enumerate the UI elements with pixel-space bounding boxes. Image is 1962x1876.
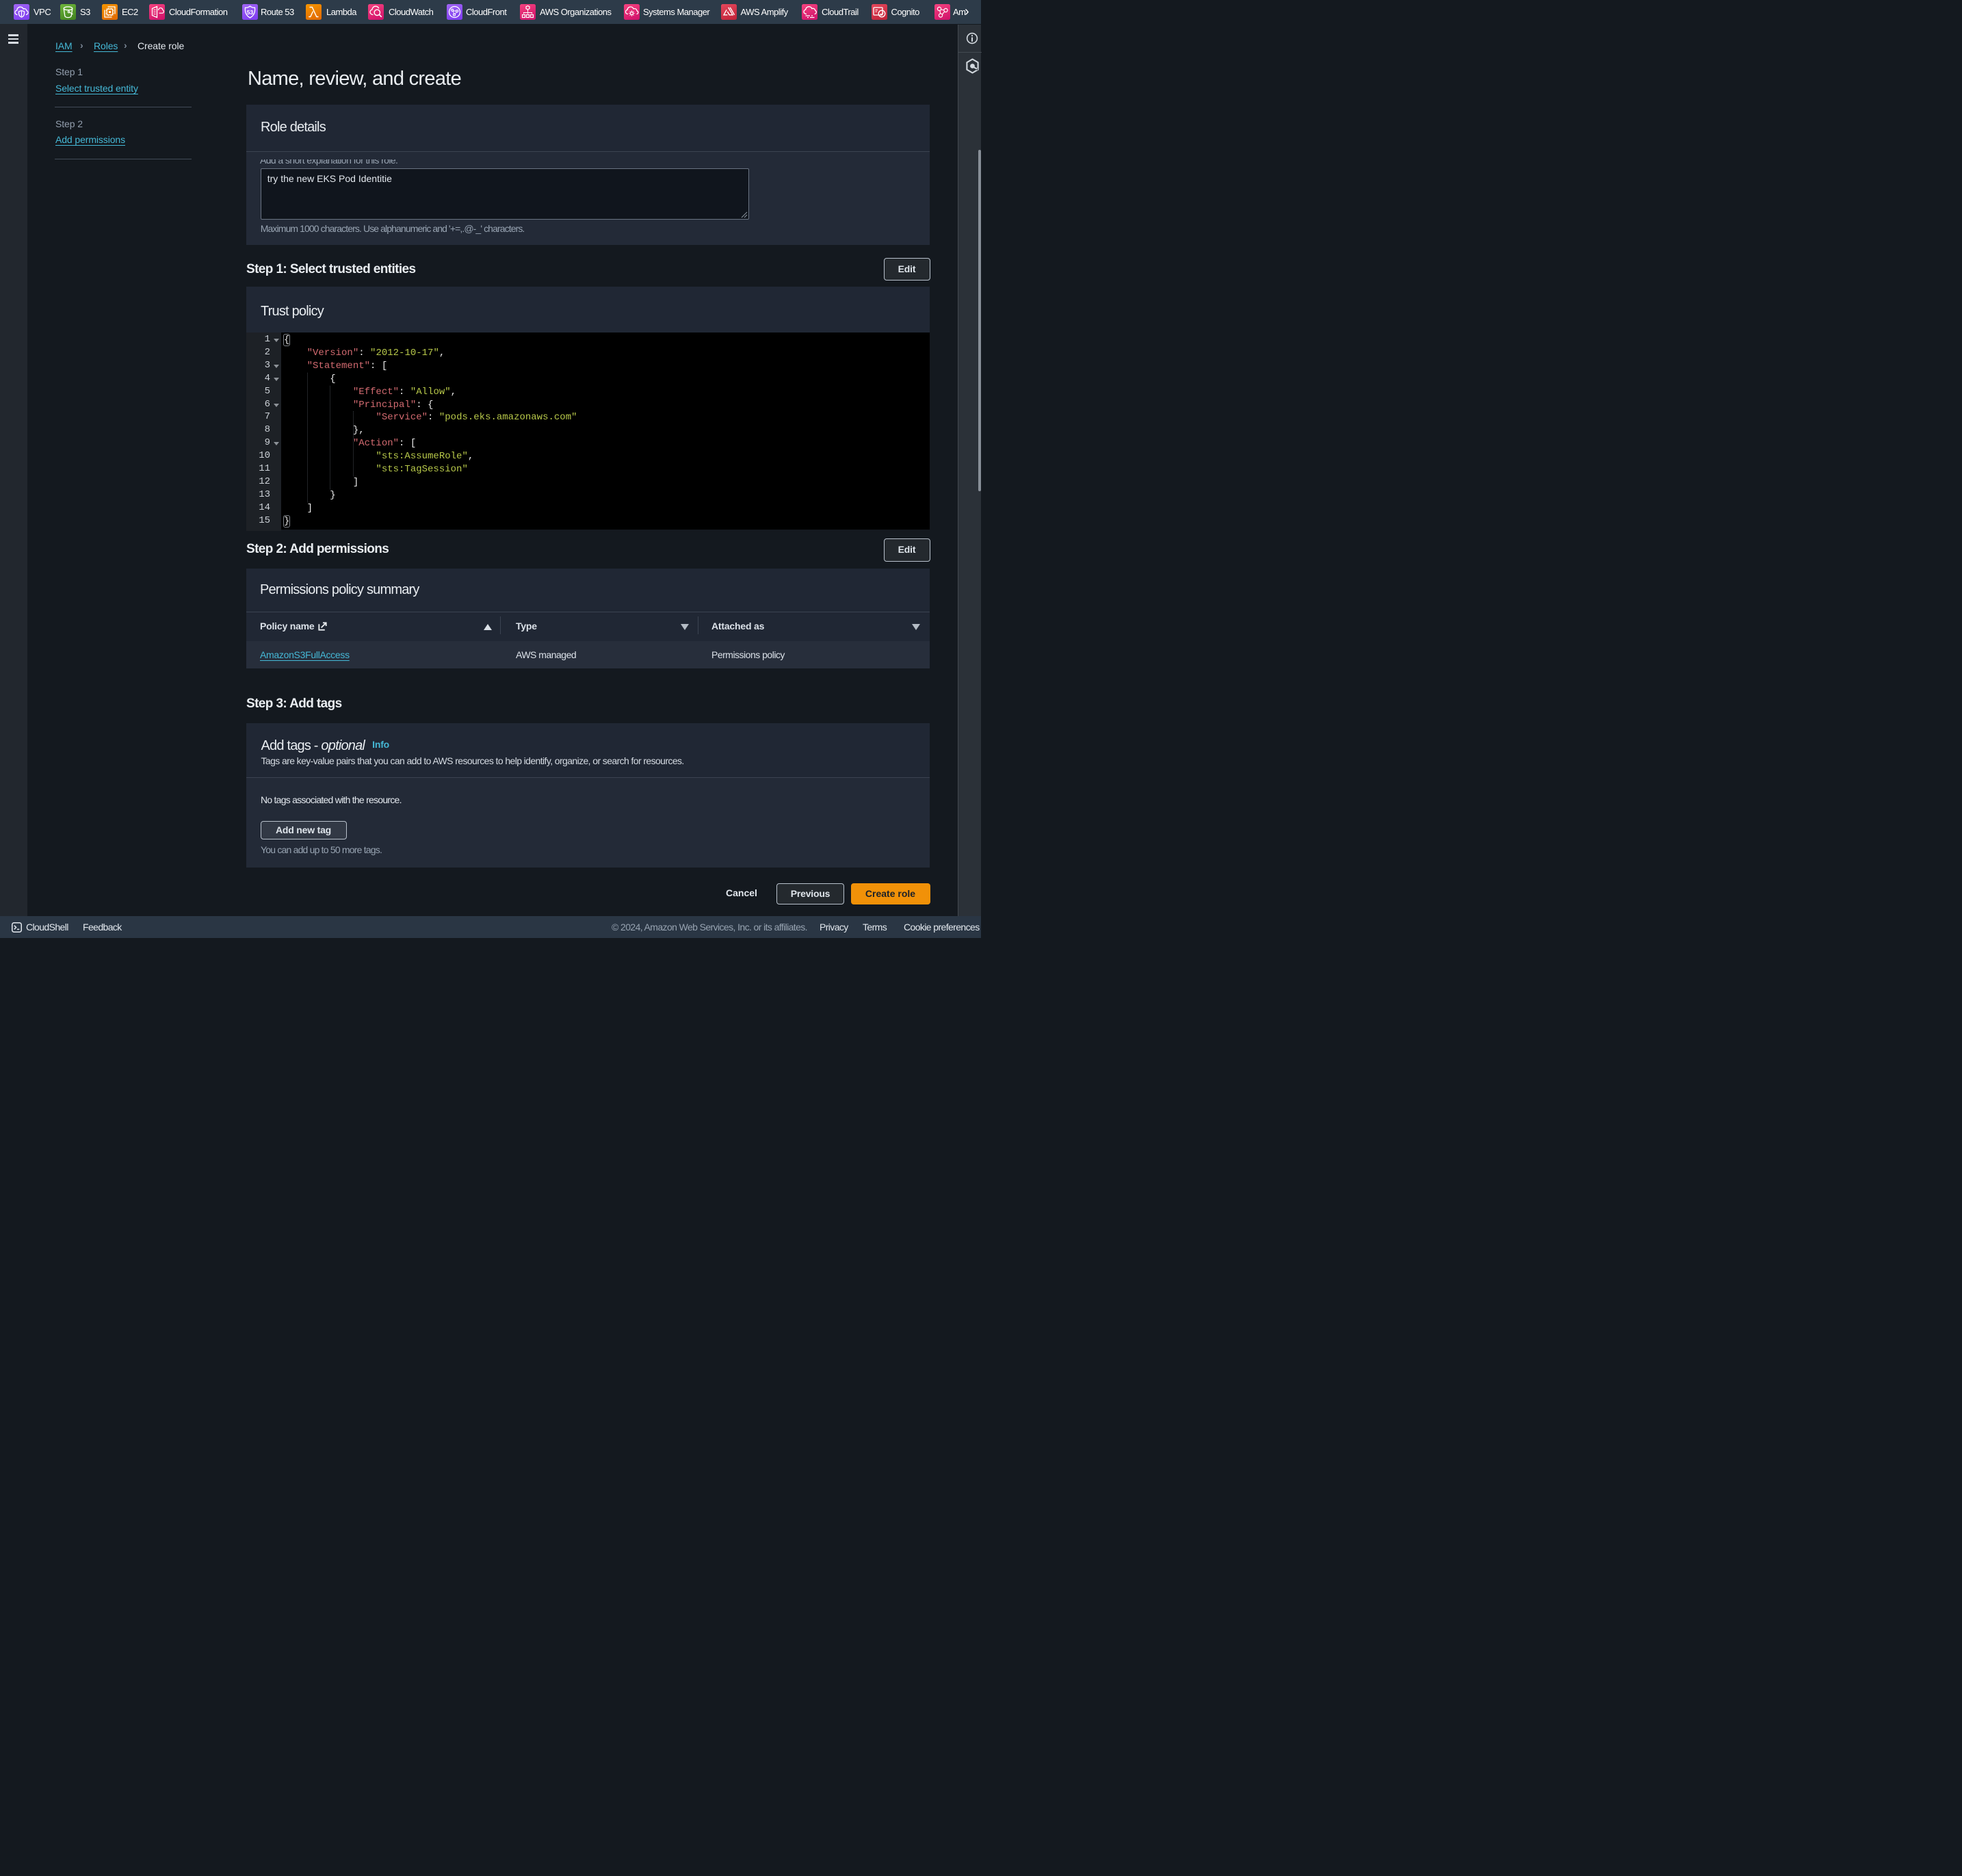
svg-text:53: 53 <box>247 9 254 16</box>
